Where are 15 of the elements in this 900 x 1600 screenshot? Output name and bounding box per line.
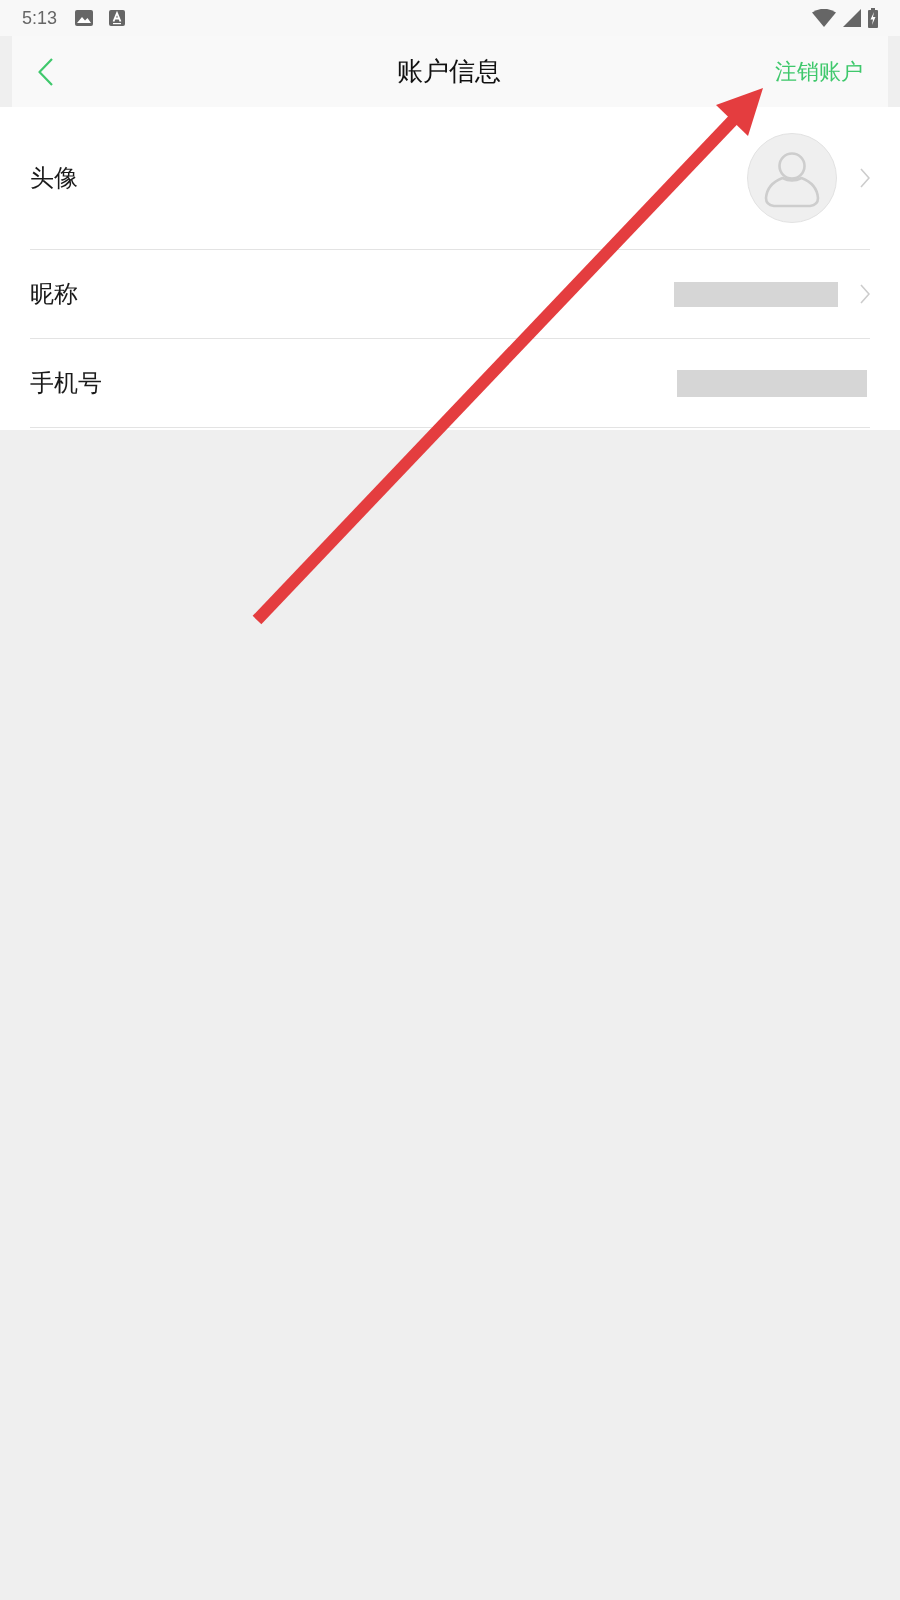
avatar-silhouette-icon: [747, 133, 837, 223]
image-icon: [75, 10, 94, 26]
signal-icon: [843, 9, 861, 27]
settings-row[interactable]: 手机号: [30, 339, 870, 428]
page-title: 账户信息: [396, 55, 501, 88]
wifi-icon: [812, 9, 836, 27]
letter-a-icon: [109, 10, 126, 26]
battery-charging-icon: [868, 8, 878, 28]
settings-row[interactable]: 头像: [30, 107, 870, 250]
row-label: 手机号: [30, 368, 102, 399]
back-chevron-icon: [38, 57, 53, 86]
row-label: 头像: [30, 163, 78, 194]
status-time: 5:13: [22, 7, 58, 29]
settings-row[interactable]: 昵称: [30, 250, 870, 339]
row-label: 昵称: [30, 279, 78, 310]
